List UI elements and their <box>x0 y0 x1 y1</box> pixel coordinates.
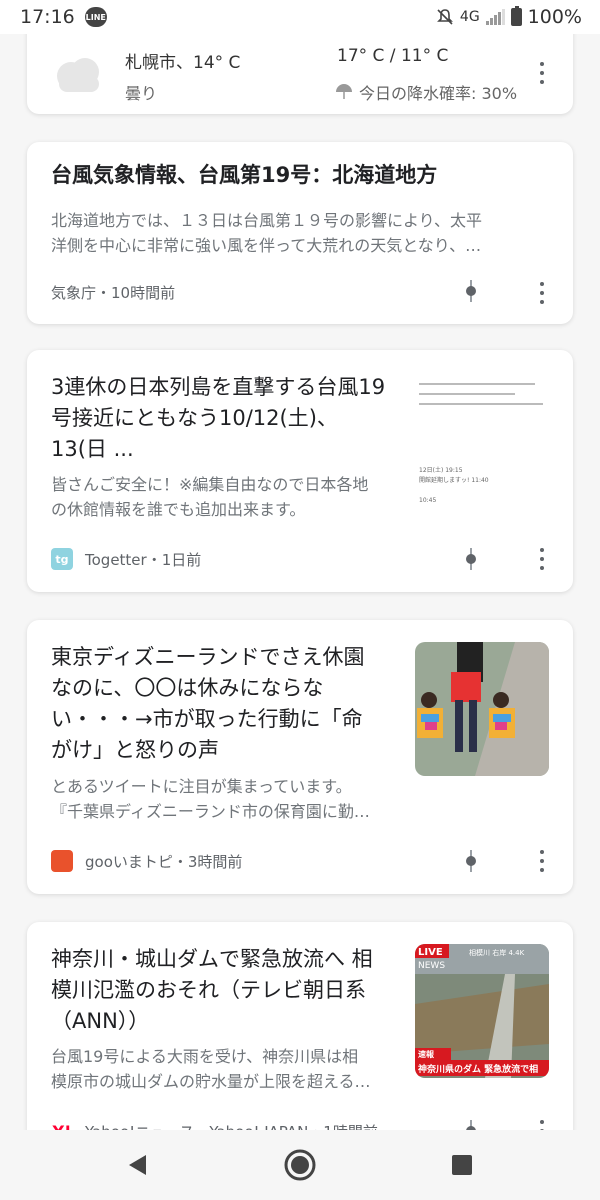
network-type: 4G <box>459 9 480 25</box>
signal-icon <box>485 9 505 25</box>
navigation-bar <box>0 1130 600 1200</box>
source-text: Yahoo!ニュース - Yahoo! JAPAN・1時間前 <box>85 1121 378 1131</box>
weather-high-low: 17° C / 11° C <box>337 46 449 66</box>
yahoo-logo: Y! <box>51 1120 73 1130</box>
card-source: tg Togetter・1日前 <box>51 548 201 570</box>
back-icon[interactable] <box>126 1153 150 1177</box>
document-screenshot-image: 12日(土) 19:15 開館延期しますッ! 11:40 10:45 <box>415 370 549 504</box>
mute-bell-icon <box>436 9 453 25</box>
news-card-4[interactable]: 神奈川・城山ダムで緊急放流へ 相 模川氾濫のおそれ（テレビ朝日系 （ANN）） … <box>27 922 573 1130</box>
snippet-line: 皆さんご安全に！※編集自由なので日本各地 <box>51 475 369 494</box>
title-line: 号接近にともなう10/12(土)、 <box>51 406 338 430</box>
title-line: 13(日 ... <box>51 437 134 461</box>
snippet-line: とあるツイートに注目が集まっています。 <box>51 777 352 796</box>
news-card-3[interactable]: 東京ディズニーランドでさえ休園 なのに、〇〇は休みにならな い・・・→市が取った… <box>27 620 573 894</box>
discover-feed[interactable]: 札幌市、14° C 曇り 17° C / 11° C 今日の降水確率: 30% … <box>0 34 600 1130</box>
pin-icon[interactable] <box>465 850 477 872</box>
pin-icon[interactable] <box>465 548 477 570</box>
title-line: （ANN）） <box>51 1009 150 1033</box>
card-title[interactable]: 3連休の日本列島を直撃する台風19 号接近にともなう10/12(土)、 13(日… <box>51 372 385 465</box>
card-source: 気象庁・10時間前 <box>51 282 175 303</box>
snippet-line: 洋側を中心に非常に強い風を伴って大荒れの天気となり、… <box>51 236 482 255</box>
source-text: gooいまトピ・3時間前 <box>85 852 243 871</box>
cloud-icon <box>57 58 99 92</box>
card-source: Y! Yahoo!ニュース - Yahoo! JAPAN・1時間前 <box>51 1120 378 1130</box>
clock: 17:16 <box>20 6 75 28</box>
weather-city-temp: 札幌市、14° C <box>125 53 241 73</box>
thumb-text: 12日(土) 19:15 <box>419 466 463 474</box>
title-line: なのに、〇〇は休みにならな <box>51 676 324 700</box>
more-options-icon[interactable] <box>539 282 545 304</box>
article-thumbnail[interactable] <box>415 642 549 776</box>
card-title[interactable]: 台風気象情報、台風第19号：北海道地方 <box>51 160 437 191</box>
card-snippet: 北海道地方では、１３日は台風第１９号の影響により、太平 洋側を中心に非常に強い風… <box>51 208 482 258</box>
card-title[interactable]: 神奈川・城山ダムで緊急放流へ 相 模川氾濫のおそれ（テレビ朝日系 （ANN）） <box>51 944 373 1037</box>
news-card-2[interactable]: 3連休の日本列島を直撃する台風19 号接近にともなう10/12(土)、 13(日… <box>27 350 573 592</box>
status-bar: 17:16 LINE 4G 100% <box>0 0 600 34</box>
home-icon[interactable] <box>283 1148 317 1182</box>
children-walking-image <box>415 642 549 776</box>
card-source: gooいまトピ・3時間前 <box>51 850 242 872</box>
title-line: 東京ディズニーランドでさえ休園 <box>51 645 365 669</box>
location-label: 相模川 右岸 4.4K <box>469 948 525 957</box>
more-options-icon[interactable] <box>539 548 545 570</box>
news-label: NEWS <box>418 961 445 971</box>
article-thumbnail[interactable]: 12日(土) 19:15 開館延期しますッ! 11:40 10:45 <box>415 370 549 504</box>
news-card-1[interactable]: 台風気象情報、台風第19号：北海道地方 北海道地方では、１３日は台風第１９号の影… <box>27 142 573 324</box>
article-thumbnail[interactable]: LIVE NEWS 相模川 右岸 4.4K 速報 神奈川県のダム 緊急放流で相 <box>415 944 549 1078</box>
more-options-icon[interactable] <box>539 62 545 84</box>
snippet-line: 台風19号による大雨を受け、神奈川県は相 <box>51 1047 359 1066</box>
card-title[interactable]: 東京ディズニーランドでさえ休園 なのに、〇〇は休みにならな い・・・→市が取った… <box>51 642 365 766</box>
precip-text: 今日の降水確率: 30% <box>359 84 518 103</box>
title-line: がけ」と怒りの声 <box>51 738 219 762</box>
live-label: LIVE <box>418 947 443 958</box>
title-line: い・・・→市が取った行動に「命 <box>51 707 363 731</box>
line-notification-icon: LINE <box>84 7 107 27</box>
more-options-icon[interactable] <box>539 850 545 872</box>
pin-icon[interactable] <box>465 1120 477 1130</box>
title-line: 神奈川・城山ダムで緊急放流へ 相 <box>51 947 373 971</box>
snippet-line: 『千葉県ディズニーランド市の保育園に勤… <box>51 802 370 821</box>
recents-icon[interactable] <box>450 1153 474 1177</box>
breaking-label: 速報 <box>418 1049 435 1059</box>
source-text: 気象庁・10時間前 <box>51 284 176 302</box>
snippet-line: の休館情報を誰でも追加出来ます。 <box>51 500 306 519</box>
battery-icon <box>510 6 522 26</box>
goo-logo <box>51 850 73 872</box>
thumb-text: 10:45 <box>419 497 436 504</box>
weather-precip: 今日の降水確率: 30% <box>335 80 517 104</box>
battery-level: 100% <box>527 6 582 28</box>
card-snippet: 皆さんご安全に！※編集自由なので日本各地 の休館情報を誰でも追加出来ます。 <box>51 472 368 522</box>
card-snippet: とあるツイートに注目が集まっています。 『千葉県ディズニーランド市の保育園に勤… <box>51 774 370 824</box>
weather-condition: 曇り <box>125 84 158 103</box>
source-text: Togetter・1日前 <box>85 550 202 569</box>
pin-icon[interactable] <box>465 280 477 302</box>
title-line: 模川氾濫のおそれ（テレビ朝日系 <box>51 978 366 1002</box>
snippet-line: 模原市の城山ダムの貯水量が上限を超える… <box>51 1072 371 1091</box>
weather-card[interactable]: 札幌市、14° C 曇り 17° C / 11° C 今日の降水確率: 30% <box>27 34 573 114</box>
more-options-icon[interactable] <box>539 1120 545 1130</box>
title-line: 3連休の日本列島を直撃する台風19 <box>51 375 386 399</box>
umbrella-icon <box>336 84 352 99</box>
snippet-line: 北海道地方では、１３日は台風第１９号の影響により、太平 <box>51 211 483 230</box>
status-icons: 4G 100% <box>436 6 582 28</box>
river-news-image: LIVE NEWS 相模川 右岸 4.4K 速報 神奈川県のダム 緊急放流で相 <box>415 944 549 1078</box>
caption-label: 神奈川県のダム 緊急放流で相 <box>418 1063 538 1075</box>
thumb-text: 開館延期しますッ! 11:40 <box>419 476 489 484</box>
card-snippet: 台風19号による大雨を受け、神奈川県は相 模原市の城山ダムの貯水量が上限を超える… <box>51 1044 371 1094</box>
togetter-logo: tg <box>51 548 73 570</box>
